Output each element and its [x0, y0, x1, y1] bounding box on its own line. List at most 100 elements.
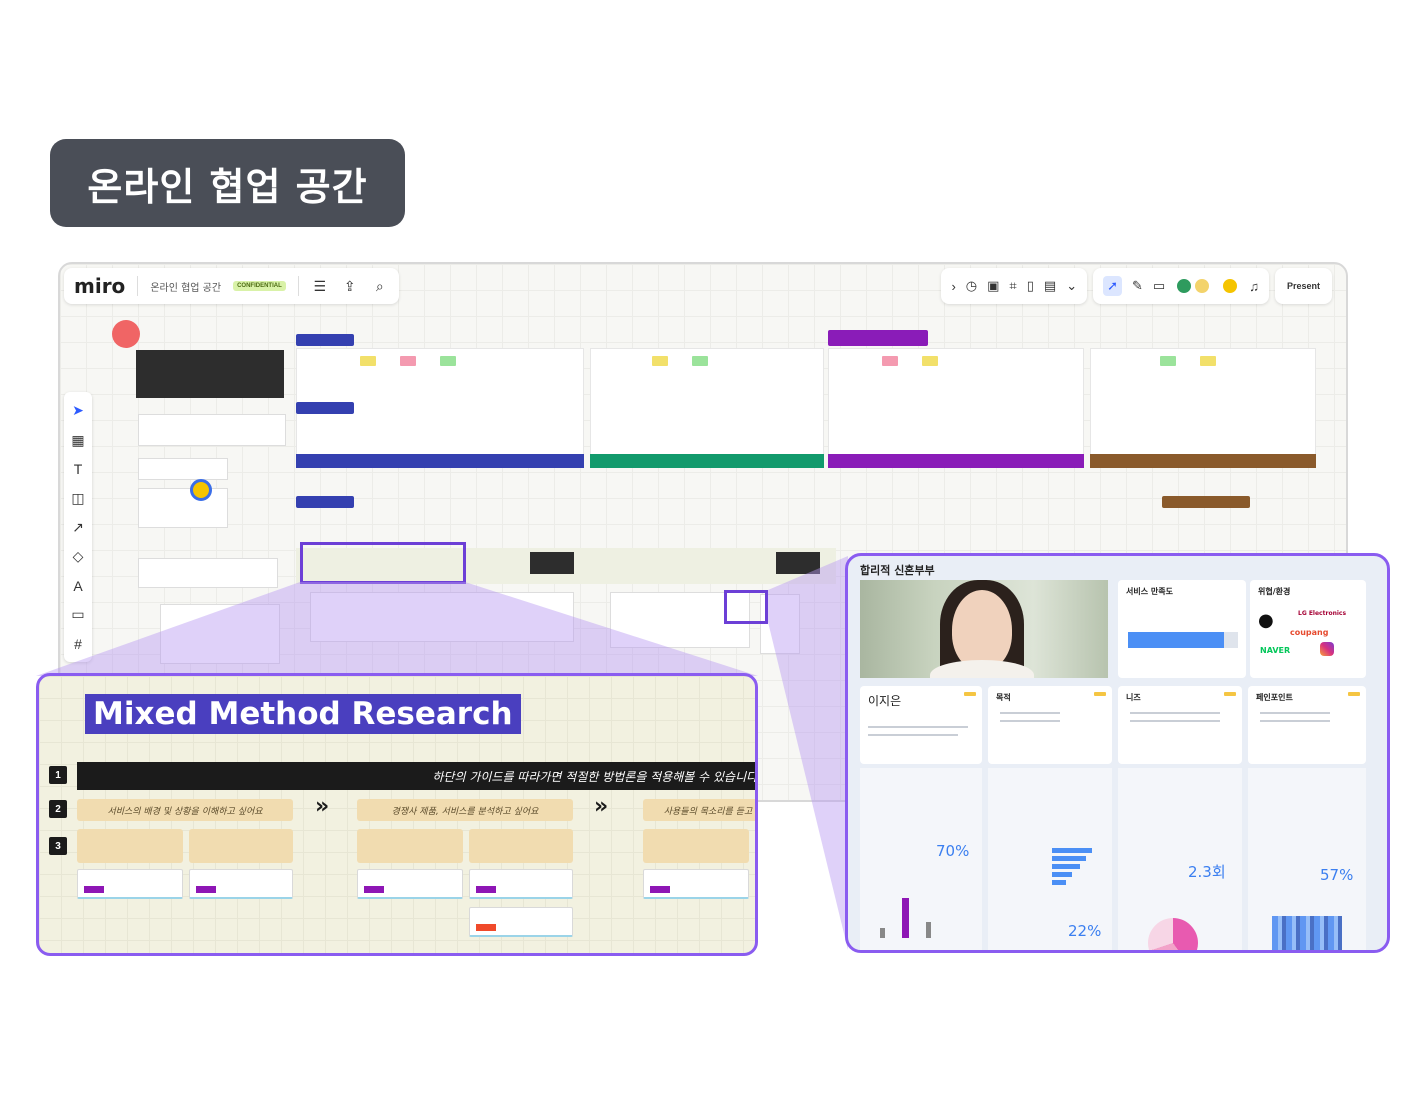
comment-icon[interactable]: ▭ [1153, 278, 1165, 294]
sub-question-card[interactable] [469, 829, 573, 863]
mixed-method-panel[interactable]: Mixed Method Research 1 2 3 하단의 가이드를 따라가… [36, 673, 758, 956]
chart-bar [1052, 872, 1072, 877]
avatar[interactable] [1221, 277, 1240, 295]
donut-chart [1148, 918, 1198, 950]
journey-frame[interactable] [1090, 348, 1316, 468]
instagram-icon [1320, 642, 1334, 656]
presence-tools: ➚ ✎ ▭ ♫ [1093, 268, 1269, 304]
menu-icon[interactable]: ☰ [311, 278, 329, 295]
section-title: 온라인 협업 공간 [87, 164, 368, 209]
brand-coupang: coupang [1290, 628, 1329, 637]
label-tag [1162, 496, 1250, 508]
method-thumbnail [310, 592, 574, 642]
card-icon[interactable]: ▣ [987, 278, 999, 294]
frame-icon[interactable]: # [74, 636, 82, 652]
template-icon[interactable]: ▦ [71, 432, 84, 449]
chart-bar [1052, 848, 1092, 853]
shapes-icon[interactable]: ◇ [73, 548, 84, 565]
text-line [1130, 712, 1220, 714]
tag-badge [1094, 692, 1106, 696]
pink-sticker [112, 320, 140, 348]
chevron-right-icon[interactable]: › [951, 279, 955, 294]
persona-highlight [724, 590, 768, 624]
step-number: 3 [49, 837, 67, 855]
pen-icon[interactable]: A [73, 578, 82, 594]
insight-column [1248, 768, 1366, 950]
miro-logo[interactable]: miro [74, 274, 125, 298]
sub-question-card[interactable] [189, 829, 293, 863]
search-icon[interactable]: ⌕ [371, 278, 389, 295]
method-tag [650, 886, 670, 893]
mmr-title: Mixed Method Research [85, 694, 521, 734]
method-card[interactable] [469, 869, 573, 899]
guide-bar: 하단의 가이드를 따라가면 적절한 방법론을 적용해볼 수 있습니다. [77, 762, 755, 790]
cursor-icon[interactable]: ➚ [1103, 276, 1123, 296]
sub-question-card[interactable] [643, 829, 749, 863]
method-card[interactable] [643, 869, 749, 899]
painpoint-card: 페인포인트 [1248, 686, 1366, 764]
sub-question-card[interactable] [357, 829, 463, 863]
method-card[interactable] [469, 907, 573, 937]
chevron-right-icon: » [594, 794, 609, 819]
select-icon[interactable]: ➤ [72, 402, 84, 419]
stage-bar-deliver [1090, 454, 1316, 468]
present-button[interactable]: Present [1274, 268, 1332, 304]
timer-icon[interactable]: ◷ [966, 278, 977, 294]
upload-icon[interactable]: ⇪ [341, 278, 359, 295]
comment-icon[interactable]: ▭ [71, 606, 84, 623]
tag-badge [1348, 692, 1360, 696]
profile-card: 이지은 [860, 686, 982, 764]
question-card[interactable]: 경쟁사 제품, 서비스를 분석하고 싶어요 [357, 799, 573, 821]
text-line [1130, 720, 1220, 722]
avatar[interactable] [1175, 277, 1194, 295]
question-card[interactable]: 서비스의 배경 및 상황을 이해하고 싶어요 [77, 799, 293, 821]
method-card[interactable] [357, 869, 463, 899]
sub-question-card[interactable] [77, 829, 183, 863]
journey-frame[interactable] [590, 348, 824, 468]
persona-name: 이지은 [868, 694, 902, 708]
focus-icon[interactable]: ⌗ [1009, 278, 1016, 294]
question-card[interactable]: 사용들의 목소리를 듣고 [643, 799, 755, 821]
stat-value: 2.3회 [1188, 863, 1226, 881]
vote-icon[interactable]: ▯ [1027, 278, 1034, 294]
mmr-highlight [300, 542, 466, 584]
chevron-right-icon: » [315, 794, 330, 819]
chart-bar [1052, 856, 1086, 861]
brand-lg: LG Electronics [1298, 610, 1347, 617]
connector-icon[interactable]: ↗ [72, 519, 84, 536]
notes-icon[interactable]: ▤ [1044, 278, 1056, 294]
text-icon[interactable]: T [74, 461, 83, 477]
persona-face [952, 590, 1012, 670]
satisfaction-card: 서비스 만족도 [1118, 580, 1246, 678]
text-line [868, 734, 958, 736]
sticky-note-icon[interactable]: ◫ [71, 490, 84, 507]
bell-icon[interactable]: ♫ [1249, 279, 1259, 294]
left-toolbar: ➤ ▦ T ◫ ↗ ◇ A ▭ # [64, 392, 92, 662]
user-avatar-bubble [190, 479, 212, 501]
collab-tools: › ◷ ▣ ⌗ ▯ ▤ ⌄ [941, 268, 1088, 304]
method-card[interactable] [77, 869, 183, 899]
sticky-note [400, 356, 416, 366]
method-card[interactable] [189, 869, 293, 899]
sticky-note [922, 356, 938, 366]
chart-bar [1052, 880, 1066, 885]
journey-frame[interactable] [828, 348, 1084, 468]
small-thumbnail [138, 558, 278, 588]
stat-value: 70% [936, 842, 970, 860]
persona-panel[interactable]: 합리적 신혼부부 서비스 만족도 위협/환경 ● LG Electronics … [845, 553, 1390, 953]
sticky-note [1160, 356, 1176, 366]
reaction-icon[interactable]: ✎ [1132, 278, 1143, 294]
cover-thumbnail [136, 350, 284, 398]
small-thumbnail [138, 488, 228, 528]
dark-thumbnail [530, 552, 574, 574]
needs-card: 니즈 [1118, 686, 1242, 764]
card-title: 니즈 [1126, 693, 1141, 702]
chart-bar [1052, 864, 1080, 869]
label-tag [828, 330, 928, 346]
avatar[interactable] [1193, 277, 1212, 295]
stat-value: 22% [1068, 922, 1102, 940]
board-name[interactable]: 온라인 협업 공간 [150, 279, 221, 294]
section-title-badge: 온라인 협업 공간 [50, 139, 405, 227]
more-icon[interactable]: ⌄ [1066, 278, 1077, 294]
label-tag [296, 402, 354, 414]
